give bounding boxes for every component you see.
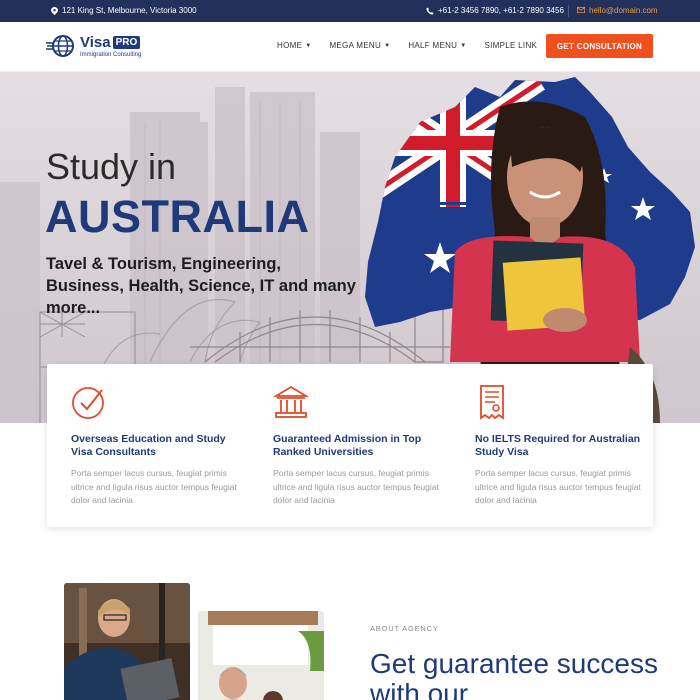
main-nav: HOME ▼ MEGA MENU ▼ HALF MENU ▼ SIMPLE LI…	[277, 41, 537, 50]
document-receipt-icon	[480, 385, 504, 420]
feature-title: No IELTS Required for Australian Study V…	[475, 433, 641, 458]
check-circle-icon	[72, 387, 104, 419]
logo-name: Visa	[80, 34, 111, 51]
feature-text: Porta semper lacus cursus, feugiat primi…	[71, 468, 237, 505]
feature-title: Overseas Education and Study Visa Consul…	[71, 433, 226, 458]
feature-title: Guaranteed Admission in Top Ranked Unive…	[273, 433, 422, 458]
envelope-icon	[576, 6, 586, 15]
logo-tagline: Immigration Consulting	[80, 52, 142, 58]
email-link[interactable]: hello@domain.com	[589, 6, 658, 15]
get-consultation-button[interactable]: GET CONSULTATION	[546, 34, 653, 58]
nav-label: HALF MENU	[408, 41, 458, 50]
university-building-icon	[272, 385, 310, 418]
about-photo-1	[64, 583, 190, 700]
hero-line-1: Study in	[46, 146, 177, 187]
site-header: Visa PRO Immigration Consulting HOME ▼ M…	[0, 22, 700, 72]
caret-down-icon: ▼	[460, 42, 467, 49]
hero-subtitle: Tavel & Tourism, Engineering, Business, …	[46, 255, 356, 317]
features-card: Overseas Education and Study Visa Consul…	[47, 364, 653, 527]
address-block: 121 King St, Melbourne, Victoria 3000	[50, 6, 197, 15]
phone-icon	[426, 7, 434, 15]
hero-line-2: AUSTRALIA	[45, 191, 310, 242]
feature-item: No IELTS Required for Australian Study V…	[475, 384, 645, 508]
phone-numbers[interactable]: +61-2 3456 7890, +61-2 7890 3456	[438, 6, 564, 15]
about-label: ABOUT AGENCY	[370, 624, 439, 633]
logo[interactable]: Visa PRO Immigration Consulting	[46, 33, 141, 59]
top-info-bar: 121 King St, Melbourne, Victoria 3000 +6…	[0, 0, 700, 22]
caret-down-icon: ▼	[305, 42, 312, 49]
feature-item: Guaranteed Admission in Top Ranked Unive…	[272, 384, 443, 508]
phone-block[interactable]: +61-2 3456 7890, +61-2 7890 3456	[426, 6, 564, 15]
logo-badge: PRO	[112, 36, 141, 49]
nav-item-simple-link[interactable]: SIMPLE LINK	[485, 41, 538, 50]
nav-item-home[interactable]: HOME ▼	[277, 41, 311, 50]
map-pin-icon	[50, 6, 58, 15]
globe-logo-icon	[46, 35, 74, 57]
nav-item-half-menu[interactable]: HALF MENU ▼	[408, 41, 466, 50]
caret-down-icon: ▼	[384, 42, 391, 49]
nav-label: HOME	[277, 41, 303, 50]
feature-text: Porta semper lacus cursus, feugiat primi…	[475, 468, 641, 505]
email-block[interactable]: hello@domain.com	[576, 6, 658, 15]
nav-label: MEGA MENU	[329, 41, 382, 50]
about-photo-2	[198, 611, 324, 700]
nav-item-mega-menu[interactable]: MEGA MENU ▼	[329, 41, 390, 50]
feature-item: Overseas Education and Study Visa Consul…	[71, 384, 241, 508]
address-text: 121 King St, Melbourne, Victoria 3000	[62, 6, 197, 15]
nav-label: SIMPLE LINK	[484, 41, 538, 50]
feature-text: Porta semper lacus cursus, feugiat primi…	[273, 468, 439, 505]
about-title: Get guarantee success with our	[370, 648, 658, 700]
divider	[568, 5, 569, 17]
